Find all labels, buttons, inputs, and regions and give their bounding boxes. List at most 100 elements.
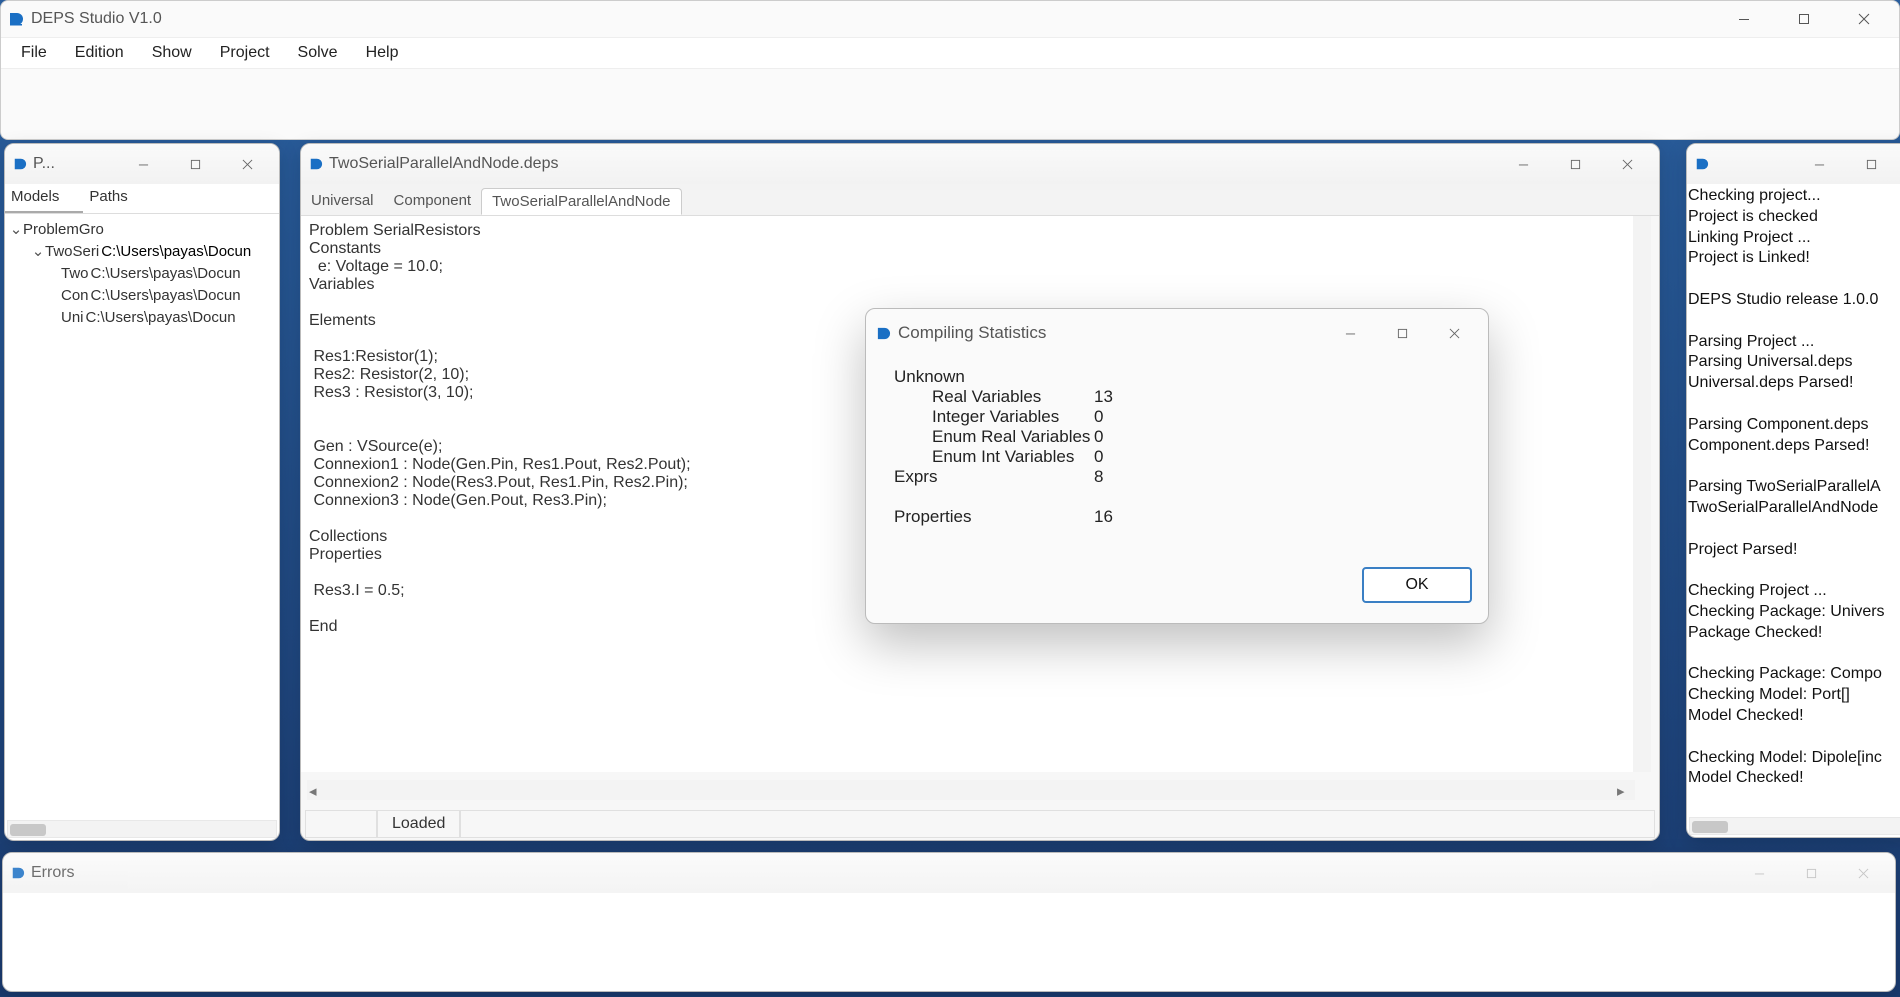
menu-solve[interactable]: Solve: [284, 40, 352, 66]
scroll-left-icon[interactable]: ◂: [309, 782, 325, 798]
minimize-button[interactable]: [1324, 317, 1376, 349]
log-line: Model Checked!: [1688, 706, 1900, 727]
panel-project-titlebar[interactable]: P...: [5, 144, 279, 184]
tree-leaf-label: Uni: [61, 309, 84, 326]
log-line: DEPS Studio release 1.0.0: [1688, 290, 1900, 311]
caret-down-icon[interactable]: ⌄: [31, 242, 45, 260]
minimize-button[interactable]: [117, 148, 169, 180]
tree-leaf[interactable]: Uni C:\Users\payas\Docun: [9, 306, 275, 328]
dialog-row-value: 13: [1094, 387, 1154, 407]
tree-root-label: ProblemGro: [23, 221, 104, 238]
log-line: [1688, 560, 1900, 581]
dialog-compiling-statistics: Compiling Statistics UnknownReal Variabl…: [865, 308, 1489, 624]
dialog-row-label: Properties: [894, 507, 1094, 527]
log-line: Checking Project ...: [1688, 581, 1900, 602]
log-line: Checking Package: Compo: [1688, 664, 1900, 685]
panel-log-titlebar[interactable]: [1687, 144, 1900, 184]
menu-show[interactable]: Show: [138, 40, 206, 66]
dialog-titlebar[interactable]: Compiling Statistics: [866, 309, 1488, 357]
tab-universal[interactable]: Universal: [301, 188, 384, 215]
code-line[interactable]: e: Voltage = 10.0;: [309, 258, 1625, 276]
menu-project[interactable]: Project: [206, 40, 284, 66]
main-titlebar[interactable]: DEPS Studio V1.0: [1, 1, 1899, 37]
tab-paths[interactable]: Paths: [83, 184, 151, 213]
log-line: Project Parsed!: [1688, 540, 1900, 561]
dialog-row: Integer Variables0: [894, 407, 1460, 427]
dialog-row: Real Variables13: [894, 387, 1460, 407]
panel-project: P... Models Paths ⌄ ProblemGro ⌄ TwoSeri…: [4, 143, 280, 841]
tab-component[interactable]: Component: [384, 188, 482, 215]
tree-root[interactable]: ⌄ ProblemGro: [9, 218, 275, 240]
log-line: [1688, 456, 1900, 477]
log-line: Checking project...: [1688, 186, 1900, 207]
dialog-row: [894, 487, 1460, 507]
dialog-title: Compiling Statistics: [898, 323, 1324, 343]
code-line[interactable]: Variables: [309, 276, 1625, 294]
scrollbar-thumb[interactable]: [10, 824, 46, 836]
tree-node[interactable]: ⌄ TwoSeri C:\Users\payas\Docun: [9, 240, 275, 262]
menubar: File Edition Show Project Solve Help: [1, 37, 1899, 69]
menu-help[interactable]: Help: [352, 40, 413, 66]
code-line[interactable]: Problem SerialResistors: [309, 222, 1625, 240]
menu-edition[interactable]: Edition: [61, 40, 138, 66]
log-line: Parsing Component.deps: [1688, 415, 1900, 436]
scroll-right-icon[interactable]: ▸: [1617, 782, 1633, 798]
maximize-button[interactable]: [1376, 317, 1428, 349]
log-line: [1688, 394, 1900, 415]
log-line: TwoSerialParallelAndNode: [1688, 498, 1900, 519]
caret-down-icon[interactable]: ⌄: [9, 220, 23, 238]
dialog-row-value: 8: [1094, 467, 1154, 487]
tab-file[interactable]: TwoSerialParallelAndNode: [481, 188, 681, 215]
log-line: Universal.deps Parsed!: [1688, 373, 1900, 394]
scrollbar-horizontal[interactable]: [7, 820, 277, 838]
maximize-button[interactable]: [1845, 148, 1897, 180]
project-tree[interactable]: ⌄ ProblemGro ⌄ TwoSeri C:\Users\payas\Do…: [5, 214, 279, 332]
tree-node-label: TwoSeri: [45, 243, 99, 260]
log-line: Package Checked!: [1688, 623, 1900, 644]
app-logo-icon: [874, 324, 892, 342]
maximize-button[interactable]: [1785, 857, 1837, 889]
editor-tabs: Universal Component TwoSerialParallelAnd…: [301, 184, 1659, 216]
panel-log: Checking project...Project is checkedLin…: [1686, 143, 1900, 838]
scrollbar-thumb[interactable]: [1692, 821, 1728, 833]
dialog-row: Unknown: [894, 367, 1460, 387]
tree-path-hint: C:\Users\payas\Docun: [86, 309, 236, 326]
code-line[interactable]: Constants: [309, 240, 1625, 258]
close-button[interactable]: [1601, 148, 1653, 180]
log-line: Parsing TwoSerialParallelA: [1688, 477, 1900, 498]
minimize-button[interactable]: [1733, 857, 1785, 889]
log-line: Linking Project ...: [1688, 228, 1900, 249]
tree-path-hint: C:\Users\payas\Docun: [101, 243, 251, 260]
ok-button[interactable]: OK: [1362, 567, 1472, 603]
close-button[interactable]: [1428, 317, 1480, 349]
minimize-button[interactable]: [1793, 148, 1845, 180]
minimize-button[interactable]: [1497, 148, 1549, 180]
tab-models[interactable]: Models: [5, 184, 83, 213]
main-window: DEPS Studio V1.0 File Edition Show Proje…: [0, 0, 1900, 140]
maximize-button[interactable]: [1549, 148, 1601, 180]
dialog-row: Enum Real Variables0: [894, 427, 1460, 447]
dialog-row: Exprs8: [894, 467, 1460, 487]
dialog-row-label: [894, 487, 1094, 507]
panel-errors-titlebar[interactable]: Errors: [3, 853, 1895, 893]
panel-editor-titlebar[interactable]: TwoSerialParallelAndNode.deps: [301, 144, 1659, 184]
menu-file[interactable]: File: [7, 40, 61, 66]
dialog-row-value: 0: [1094, 447, 1154, 467]
tree-leaf[interactable]: Two C:\Users\payas\Docun: [9, 262, 275, 284]
maximize-button[interactable]: [1775, 3, 1833, 35]
close-button[interactable]: [221, 148, 273, 180]
dialog-row-value: [1094, 487, 1154, 507]
close-button[interactable]: [1837, 857, 1889, 889]
tree-leaf[interactable]: Con C:\Users\payas\Docun: [9, 284, 275, 306]
scrollbar-horizontal[interactable]: ◂ ▸: [307, 780, 1635, 800]
log-line: [1688, 269, 1900, 290]
tree-path-hint: C:\Users\payas\Docun: [91, 287, 241, 304]
minimize-button[interactable]: [1715, 3, 1773, 35]
scrollbar-horizontal[interactable]: [1689, 817, 1900, 835]
log-line: Checking Model: Port[]: [1688, 685, 1900, 706]
log-body[interactable]: Checking project...Project is checkedLin…: [1687, 184, 1900, 792]
status-cell: Loaded: [377, 810, 460, 838]
maximize-button[interactable]: [169, 148, 221, 180]
app-logo-icon: [11, 155, 29, 173]
close-button[interactable]: [1835, 3, 1893, 35]
